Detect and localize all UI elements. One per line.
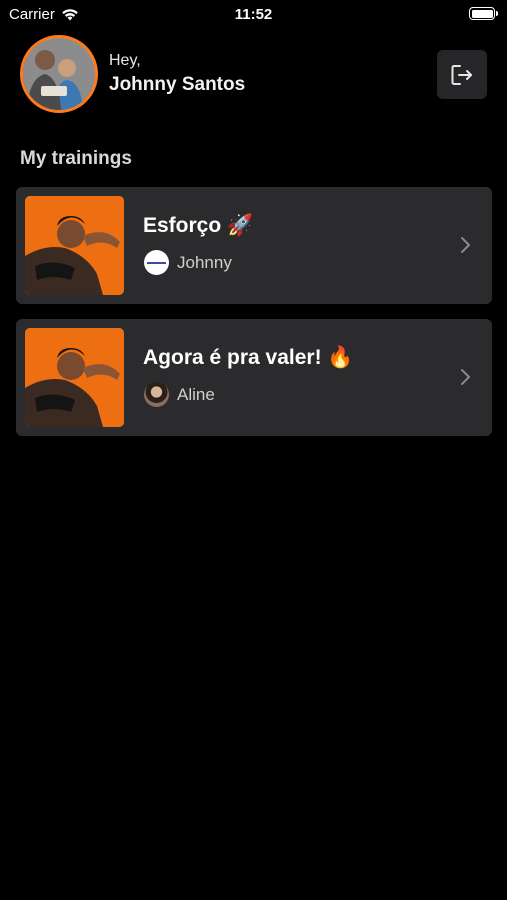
- greeting-label: Hey,: [109, 52, 141, 69]
- chevron-right-icon: [461, 237, 470, 253]
- logout-icon: [451, 64, 472, 85]
- owner-avatar: [144, 382, 169, 407]
- owner-name: Johnny: [177, 252, 232, 272]
- training-title: Agora é pra valer! 🔥: [143, 346, 354, 369]
- status-bar: Carrier 11:52: [0, 0, 507, 30]
- training-image: [25, 196, 124, 295]
- avatar-photo: [23, 38, 95, 110]
- training-owner: Johnny: [144, 250, 232, 275]
- training-card[interactable]: Esforço 🚀 Johnny: [16, 187, 492, 304]
- chevron-right-icon: [461, 369, 470, 385]
- training-thumbnail: [25, 196, 124, 295]
- avatar[interactable]: [20, 35, 98, 113]
- owner-name: Aline: [177, 384, 215, 404]
- section-title: My trainings: [20, 148, 132, 169]
- clock: 11:52: [234, 6, 273, 23]
- battery-icon: [469, 7, 498, 20]
- profile-header: Hey, Johnny Santos: [20, 35, 487, 113]
- training-thumbnail: [25, 328, 124, 427]
- training-owner: Aline: [144, 382, 215, 407]
- training-card[interactable]: Agora é pra valer! 🔥 Aline: [16, 319, 492, 436]
- training-title: Esforço 🚀: [143, 214, 254, 237]
- greeting: Hey, Johnny Santos: [109, 52, 245, 96]
- user-name: Johnny Santos: [109, 74, 246, 95]
- owner-avatar: [144, 250, 169, 275]
- training-image: [25, 328, 124, 427]
- logout-button[interactable]: [437, 50, 487, 99]
